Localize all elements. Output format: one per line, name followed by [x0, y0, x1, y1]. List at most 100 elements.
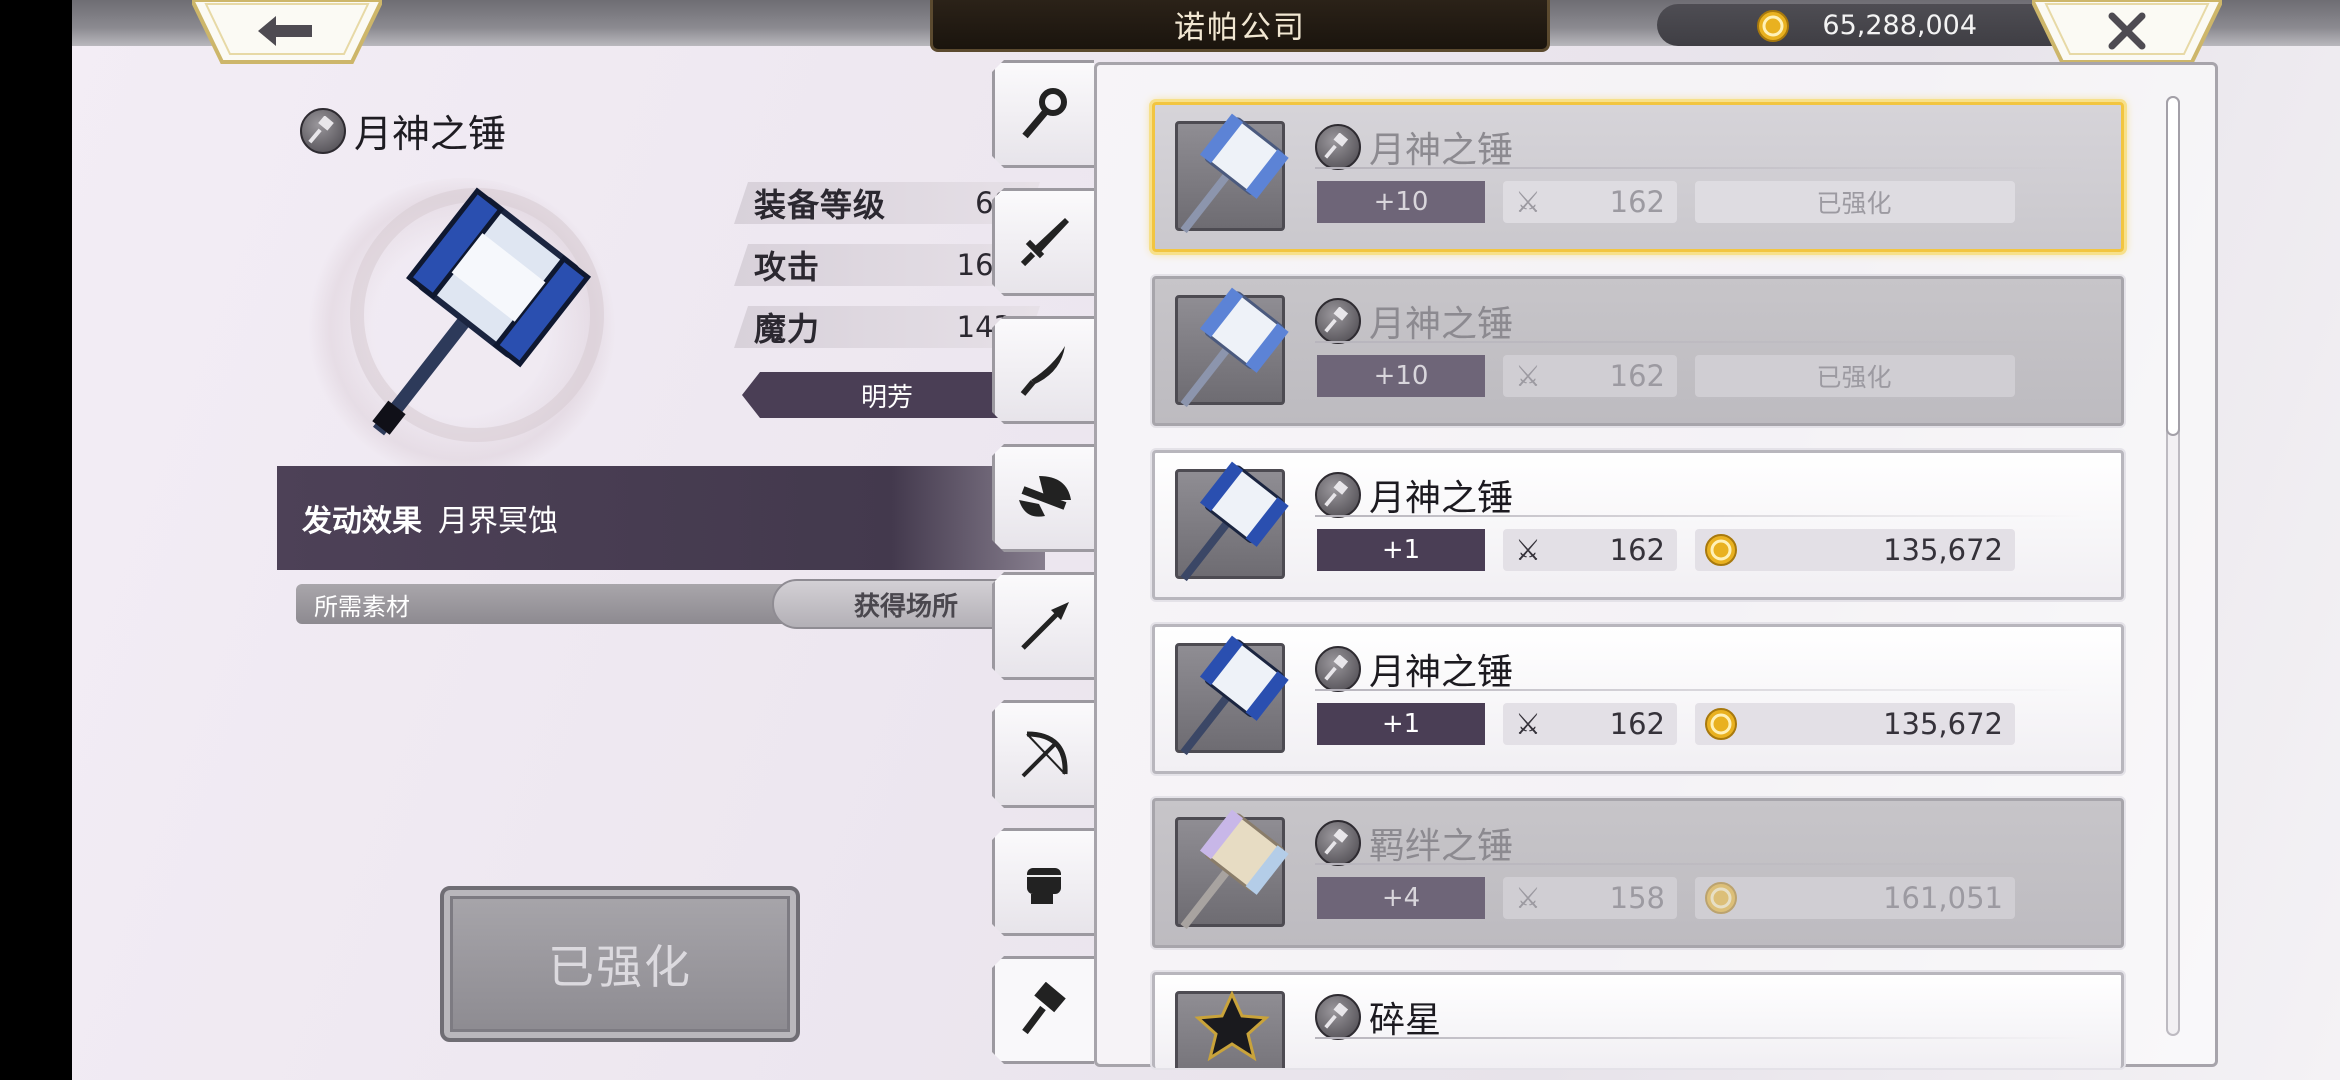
- item-title: 月神之锤: [300, 103, 506, 158]
- stat-level-label: 装备等级: [754, 186, 887, 224]
- price-box: 161,051: [1695, 877, 2015, 919]
- stat-attack-label: 攻击: [754, 248, 821, 286]
- list-item-title: 碎星: [1315, 991, 1441, 1043]
- tab-fist[interactable]: [992, 828, 1094, 936]
- list-item-name: 月神之锤: [1369, 304, 1514, 345]
- price-value: 135,672: [1883, 533, 2003, 567]
- list-item-title: 月神之锤: [1315, 121, 1513, 173]
- axe-icon: [1015, 470, 1075, 526]
- materials-label: 所需素材: [314, 592, 410, 621]
- coin-icon: [1705, 534, 1737, 566]
- hammer-type-icon: [300, 107, 346, 154]
- hammer-thumb-icon: [1180, 287, 1289, 408]
- hammer-type-icon: [1315, 298, 1361, 344]
- bow-icon: [1017, 726, 1073, 782]
- hammer-thumb-icon: [1180, 635, 1289, 756]
- enhanced-button[interactable]: 已强化: [440, 886, 800, 1042]
- item-thumbnail: [1175, 635, 1289, 756]
- attack-icon: ⚔: [1515, 881, 1541, 915]
- list-item-title: 月神之锤: [1315, 295, 1513, 347]
- coin-counter: 65,288,004: [1657, 4, 2077, 46]
- attack-value: 162: [1609, 707, 1665, 741]
- list-item[interactable]: 碎星: [1152, 972, 2124, 1068]
- effect-value: 月界冥蚀: [438, 504, 558, 539]
- hammer-type-icon: [1315, 472, 1361, 518]
- list-item-title: 羁绊之锤: [1315, 817, 1513, 869]
- effect-label: 发动效果: [302, 504, 422, 539]
- hammer-type-icon: [1315, 124, 1361, 170]
- page-title: 诺帕公司: [930, 0, 1550, 52]
- back-arrow-icon: [258, 16, 312, 46]
- page-title-text: 诺帕公司: [1174, 10, 1306, 46]
- price-value: 135,672: [1883, 707, 2003, 741]
- tab-axe[interactable]: [992, 444, 1094, 552]
- item-name: 月神之锤: [354, 112, 507, 156]
- item-thumbnail: [1175, 990, 1285, 1068]
- tab-staff[interactable]: [992, 60, 1094, 168]
- list-item[interactable]: 羁绊之锤 +4 ⚔ 158 161,051: [1152, 798, 2124, 948]
- spear-icon: [1017, 598, 1073, 654]
- enhance-level: +4: [1317, 877, 1485, 919]
- back-button[interactable]: [192, 0, 382, 66]
- tab-sword[interactable]: [992, 188, 1094, 296]
- character-tag: 明芳: [742, 372, 1032, 418]
- list-scrollbar-thumb[interactable]: [2166, 96, 2180, 436]
- hammer-type-icon: [1315, 820, 1361, 866]
- attack-box: ⚔ 162: [1503, 703, 1677, 745]
- enhance-level: +10: [1317, 181, 1485, 223]
- divider: [1315, 1037, 2085, 1039]
- status-label: 已强化: [1695, 181, 2015, 223]
- tab-bow[interactable]: [992, 700, 1094, 808]
- coin-icon: [1705, 708, 1737, 740]
- list-item[interactable]: 月神之锤 +10 ⚔ 162 已强化: [1152, 102, 2124, 252]
- effect-band: 发动效果 月界冥蚀: [277, 466, 1045, 570]
- tab-spear[interactable]: [992, 572, 1094, 680]
- staff-icon: [1017, 86, 1073, 142]
- price-box: 135,672: [1695, 529, 2015, 571]
- list-item-name: 月神之锤: [1369, 478, 1514, 519]
- attack-value: 158: [1609, 881, 1665, 915]
- list-item-name: 羁绊之锤: [1369, 826, 1514, 867]
- coin-icon: [1757, 10, 1789, 42]
- divider: [1315, 341, 2085, 343]
- list-item-name: 月神之锤: [1369, 652, 1514, 693]
- hammer-thumb-icon: [1180, 461, 1289, 582]
- stat-magic-label: 魔力: [754, 310, 821, 348]
- hammer-artwork-icon: [350, 187, 604, 442]
- hammer-type-icon: [1315, 646, 1361, 692]
- coin-icon: [1705, 882, 1737, 914]
- item-thumbnail: [1175, 461, 1289, 582]
- hammer-type-icon: [1315, 994, 1361, 1040]
- list-item[interactable]: 月神之锤 +10 ⚔ 162 已强化: [1152, 276, 2124, 426]
- attack-box: ⚔ 162: [1503, 529, 1677, 571]
- list-item-name: 月神之锤: [1369, 130, 1514, 171]
- attack-box: ⚔ 162: [1503, 355, 1677, 397]
- hammer-thumb-icon: [1180, 113, 1289, 234]
- attack-box: ⚔ 162: [1503, 181, 1677, 223]
- status-label: 已强化: [1695, 355, 2015, 397]
- coin-value: 65,288,004: [1822, 10, 1977, 41]
- price-box: 135,672: [1695, 703, 2015, 745]
- list-item[interactable]: 月神之锤 +1 ⚔ 162 135,672: [1152, 450, 2124, 600]
- weapon-type-tabs: [992, 60, 1094, 1070]
- close-icon: [2108, 12, 2146, 50]
- item-thumbnail: [1175, 113, 1289, 234]
- fist-icon: [1017, 854, 1073, 910]
- tab-saber[interactable]: [992, 316, 1094, 424]
- bond-hammer-thumb-icon: [1180, 809, 1289, 930]
- divider: [1315, 689, 2085, 691]
- price-value: 161,051: [1883, 881, 2003, 915]
- attack-value: 162: [1609, 185, 1665, 219]
- divider: [1315, 167, 2085, 169]
- star-mace-thumb-icon: [1194, 990, 1270, 1062]
- list-item[interactable]: 月神之锤 +1 ⚔ 162 135,672: [1152, 624, 2124, 774]
- enhance-level: +1: [1317, 703, 1485, 745]
- close-button[interactable]: [2032, 0, 2222, 66]
- list-item-title: 月神之锤: [1315, 643, 1513, 695]
- sword-icon: [1017, 214, 1073, 270]
- attack-icon: ⚔: [1515, 707, 1541, 741]
- list-item-title: 月神之锤: [1315, 469, 1513, 521]
- tab-hammer[interactable]: [992, 956, 1094, 1064]
- enhance-level: +10: [1317, 355, 1485, 397]
- divider: [1315, 863, 2085, 865]
